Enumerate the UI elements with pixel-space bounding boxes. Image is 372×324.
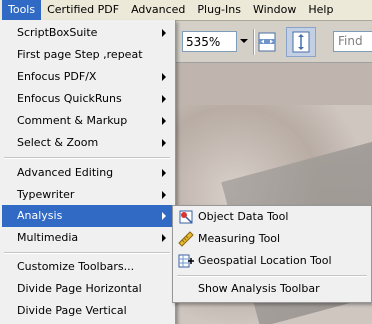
fit-width-button[interactable] (252, 27, 282, 57)
submenu-item-show-analysis-toolbar[interactable]: Show Analysis Toolbar (175, 278, 369, 300)
submenu-item-measuring-tool[interactable]: Measuring Tool (175, 228, 369, 250)
submenu-separator (177, 275, 367, 277)
menu-item-label: Analysis (17, 209, 63, 222)
menu-item-label: Multimedia (17, 231, 79, 244)
zoom-dropdown-icon[interactable] (240, 39, 248, 43)
submenu-item-object-data-tool[interactable]: Object Data Tool (175, 206, 369, 228)
submenu-arrow-icon (162, 234, 166, 242)
menu-item-customize-toolbars[interactable]: Customize Toolbars... (2, 256, 174, 278)
menu-item-label: Typewriter (17, 188, 75, 201)
submenu-arrow-icon (162, 212, 166, 220)
menu-bar: Tools Certified PDF Advanced Plug-Ins Wi… (0, 0, 372, 21)
submenu-item-label: Object Data Tool (198, 210, 289, 223)
submenu-arrow-icon (162, 169, 166, 177)
submenu-arrow-icon (162, 191, 166, 199)
menu-separator (4, 252, 170, 254)
toolbar: 535% Find (176, 21, 372, 63)
submenu-arrow-icon (162, 139, 166, 147)
menu-advanced[interactable]: Advanced (125, 0, 191, 20)
menu-item-scriptboxsuite[interactable]: ScriptBoxSuite (2, 22, 174, 44)
menu-item-divide-page-vertical[interactable]: Divide Page Vertical (2, 300, 174, 322)
menu-item-divide-page-horizontal[interactable]: Divide Page Horizontal (2, 278, 174, 300)
menu-tools[interactable]: Tools (2, 0, 42, 20)
menu-item-label: Select & Zoom (17, 136, 99, 149)
menu-item-select-zoom[interactable]: Select & Zoom (2, 132, 174, 154)
geospatial-location-icon (178, 254, 194, 268)
menu-item-enfocus-quickruns[interactable]: Enfocus QuickRuns (2, 88, 174, 110)
submenu-arrow-icon (162, 95, 166, 103)
submenu-arrow-icon (162, 29, 166, 37)
fit-width-icon (258, 32, 276, 52)
analysis-submenu: Object Data Tool Measuring Tool Geospati… (172, 205, 372, 303)
submenu-item-label: Show Analysis Toolbar (198, 282, 320, 295)
submenu-arrow-icon (162, 73, 166, 81)
submenu-item-label: Geospatial Location Tool (198, 254, 332, 267)
menu-item-label: Divide Page Horizontal (17, 282, 142, 295)
menu-item-label: Enfocus PDF/X (17, 70, 97, 83)
menu-certified-pdf[interactable]: Certified PDF (41, 0, 125, 20)
fit-page-button[interactable] (286, 27, 316, 57)
menu-item-comment-markup[interactable]: Comment & Markup (2, 110, 174, 132)
menu-item-typewriter[interactable]: Typewriter (2, 184, 174, 206)
menu-item-label: First page Step ,repeat (17, 48, 143, 61)
submenu-arrow-icon (162, 117, 166, 125)
submenu-item-label: Measuring Tool (198, 232, 281, 245)
menu-item-advanced-editing[interactable]: Advanced Editing (2, 162, 174, 184)
menu-item-label: Advanced Editing (17, 166, 114, 179)
zoom-field[interactable]: 535% (182, 31, 237, 52)
menu-item-label: Comment & Markup (17, 114, 128, 127)
ruler-icon (178, 231, 194, 247)
tools-menu: ScriptBoxSuite First page Step ,repeat E… (0, 20, 176, 324)
menu-window[interactable]: Window (247, 0, 302, 20)
menu-help[interactable]: Help (302, 0, 339, 20)
menu-item-label: ScriptBoxSuite (17, 26, 98, 39)
find-input[interactable]: Find (333, 31, 372, 52)
submenu-item-geospatial-location-tool[interactable]: Geospatial Location Tool (175, 250, 369, 272)
menu-item-enfocus-pdfx[interactable]: Enfocus PDF/X (2, 66, 174, 88)
menu-item-label: Customize Toolbars... (17, 260, 135, 273)
zoom-value: 535% (186, 35, 221, 49)
object-data-icon (179, 210, 193, 224)
menu-plug-ins[interactable]: Plug-Ins (191, 0, 247, 20)
menu-item-first-page-step-repeat[interactable]: First page Step ,repeat (2, 44, 174, 66)
menu-item-analysis[interactable]: Analysis (2, 205, 174, 227)
menu-item-label: Divide Page Vertical (17, 304, 127, 317)
fit-page-icon (292, 31, 310, 53)
menu-item-multimedia[interactable]: Multimedia (2, 227, 174, 249)
menu-separator (4, 157, 170, 159)
menu-item-label: Enfocus QuickRuns (17, 92, 122, 105)
